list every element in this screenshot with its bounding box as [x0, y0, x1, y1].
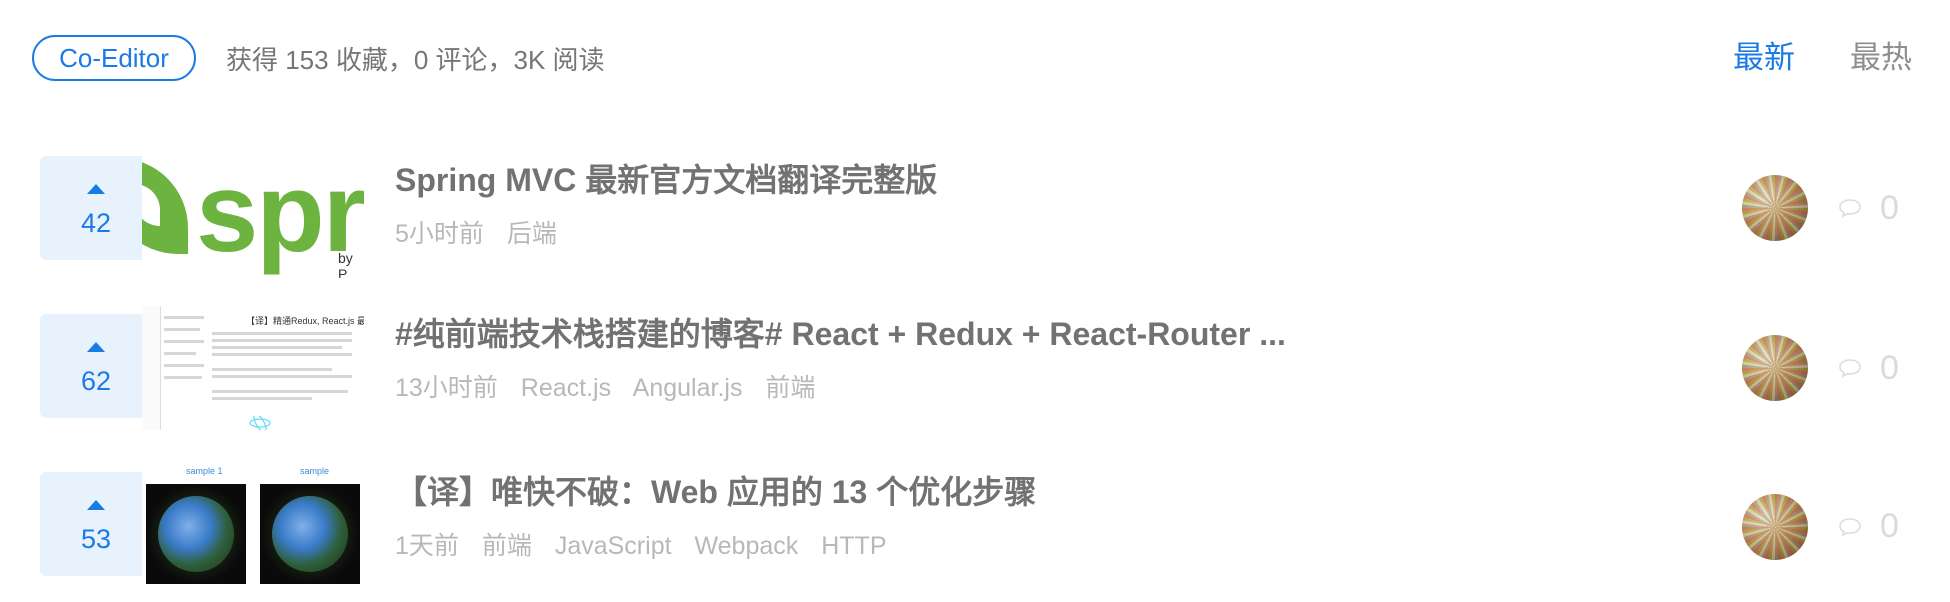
tab-newest[interactable]: 最新 — [1733, 36, 1795, 80]
article-tag[interactable]: 前端 — [482, 532, 532, 560]
vote-count: 42 — [80, 208, 112, 238]
article-time: 5小时前 — [395, 220, 484, 248]
vote-count: 62 — [80, 366, 112, 396]
earth-image — [146, 484, 246, 584]
comment-icon[interactable] — [1838, 517, 1862, 537]
article-time: 13小时前 — [395, 374, 498, 402]
article-thumbnail[interactable]: sample 1 sample — [142, 462, 364, 586]
user-stats: 获得 153 收藏，0 评论，3K 阅读 — [226, 45, 605, 75]
earth-image — [260, 484, 360, 584]
upvote-arrow-icon — [87, 184, 105, 194]
article-tag[interactable]: 前端 — [765, 374, 815, 402]
author-avatar[interactable] — [1742, 494, 1808, 560]
article-row[interactable]: 53 sample 1 sample 【译】唯快不破：Web 应用的 13 个优… — [0, 462, 1950, 602]
article-tag[interactable]: React.js — [521, 374, 611, 402]
vote-count: 53 — [80, 524, 112, 554]
comment-count: 0 — [1880, 349, 1899, 387]
article-thumbnail[interactable]: sprin by P — [142, 154, 364, 278]
article-row[interactable]: 62 【译】精通Redux, React.js 最佳实践 #纯前端技术栈搭建的博… — [0, 306, 1950, 446]
article-tag[interactable]: HTTP — [821, 532, 886, 560]
upvote-button[interactable]: 42 — [40, 156, 152, 260]
comment-icon[interactable] — [1838, 198, 1862, 218]
earth-label: sample 1 — [186, 466, 223, 476]
article-meta: 13小时前 React.js Angular.js 前端 — [395, 370, 831, 406]
article-title[interactable]: #纯前端技术栈搭建的博客# React + Redux + React-Rout… — [395, 312, 1286, 356]
earth-label: sample — [300, 466, 330, 476]
article-row[interactable]: 42 sprin by P Spring MVC 最新官方文档翻译完整版 5小时… — [0, 154, 1950, 294]
article-tag[interactable]: Angular.js — [633, 374, 743, 402]
upvote-arrow-icon — [87, 500, 105, 510]
co-editor-badge[interactable]: Co-Editor — [32, 35, 196, 81]
article-title[interactable]: Spring MVC 最新官方文档翻译完整版 — [395, 158, 937, 202]
article-tag[interactable]: JavaScript — [555, 532, 672, 560]
spring-logo-by: by P — [338, 250, 353, 278]
tab-hottest[interactable]: 最热 — [1850, 36, 1912, 80]
article-tag[interactable]: Webpack — [695, 532, 799, 560]
author-avatar[interactable] — [1742, 175, 1808, 241]
upvote-button[interactable]: 53 — [40, 472, 152, 576]
upvote-arrow-icon — [87, 342, 105, 352]
article-title[interactable]: 【译】唯快不破：Web 应用的 13 个优化步骤 — [395, 470, 1036, 514]
comment-count: 0 — [1880, 189, 1899, 227]
article-tag[interactable]: 后端 — [507, 220, 557, 248]
author-avatar[interactable] — [1742, 335, 1808, 401]
comment-count: 0 — [1880, 507, 1899, 545]
article-thumbnail[interactable]: 【译】精通Redux, React.js 最佳实践 — [142, 306, 364, 430]
doc-title: 【译】精通Redux, React.js 最佳实践 — [246, 316, 364, 326]
article-meta: 5小时前 后端 — [395, 216, 573, 252]
spring-leaf-icon — [142, 158, 188, 254]
comment-icon[interactable] — [1838, 358, 1862, 378]
react-logo-icon — [249, 416, 271, 430]
article-time: 1天前 — [395, 532, 459, 560]
article-meta: 1天前 前端 JavaScript Webpack HTTP — [395, 528, 903, 564]
upvote-button[interactable]: 62 — [40, 314, 152, 418]
doc-sidebar — [142, 306, 161, 430]
